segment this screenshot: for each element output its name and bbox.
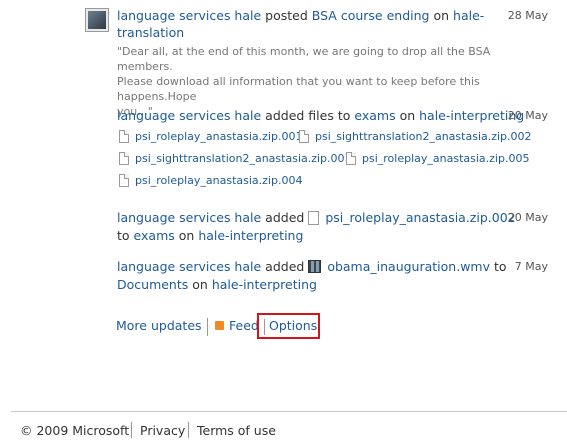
entry-3-line-1: language services hale added psi_rolepla… — [117, 210, 516, 225]
entry-2-line-1: language services hale added files to ex… — [117, 108, 525, 123]
rss-icon — [215, 321, 224, 330]
entry-4-file-link[interactable]: obama_inauguration.wmv — [327, 259, 490, 274]
entry-3-folder-link[interactable]: exams — [134, 228, 175, 243]
entry-1-place-link-cont[interactable]: translation — [117, 25, 184, 40]
footer-divider — [188, 422, 189, 438]
file-link[interactable]: psi_roleplay_anastasia.zip.001 — [119, 130, 302, 144]
file-icon — [119, 174, 129, 187]
user-avatar-icon[interactable] — [85, 8, 109, 32]
file-icon — [346, 152, 356, 165]
more-updates-link[interactable]: More updates — [116, 318, 202, 333]
file-link[interactable]: psi_roleplay_anastasia.zip.004 — [119, 174, 302, 188]
entry-4-folder-link[interactable]: Documents — [117, 277, 188, 292]
entry-1-date: 28 May — [507, 9, 548, 22]
entry-3-place-link[interactable]: hale-interpreting — [198, 228, 303, 243]
entry-1-line-2: translation — [117, 24, 184, 41]
terms-of-use-link[interactable]: Terms of use — [197, 423, 276, 438]
entry-3-date: 20 May — [507, 211, 548, 224]
divider — [207, 318, 208, 336]
file-icon — [119, 130, 129, 143]
privacy-link[interactable]: Privacy — [140, 423, 185, 438]
entry-1-place-link[interactable]: hale- — [453, 8, 484, 23]
entry-2-user-link[interactable]: language services hale — [117, 108, 261, 123]
options-highlight-box — [257, 313, 320, 339]
feed-link[interactable]: Feed — [215, 318, 259, 333]
file-link[interactable]: psi_sighttranslation2_anastasia.zip.001 — [119, 152, 352, 166]
entry-1-user-link[interactable]: language services hale — [117, 8, 261, 23]
footer-copyright: © 2009 Microsoft — [20, 423, 130, 438]
entry-3-line-2: to exams on hale-interpreting — [117, 228, 304, 243]
file-icon — [119, 152, 129, 165]
file-icon — [299, 130, 309, 143]
entry-2-date: 20 May — [507, 109, 548, 122]
entry-4-user-link[interactable]: language services hale — [117, 259, 261, 274]
entry-3-user-link[interactable]: language services hale — [117, 210, 261, 225]
entry-4-place-link[interactable]: hale-interpreting — [212, 277, 317, 292]
footer-divider — [11, 411, 567, 412]
entry-4-line-1: language services hale added obama_inaug… — [117, 259, 507, 274]
entry-2-folder-link[interactable]: exams — [354, 108, 395, 123]
file-icon — [308, 211, 320, 225]
video-file-icon — [308, 260, 322, 273]
entry-4-line-2: Documents on hale-interpreting — [117, 277, 317, 292]
file-link[interactable]: psi_roleplay_anastasia.zip.005 — [346, 152, 529, 166]
entry-4-date: 7 May — [514, 260, 548, 273]
entry-1-object-link[interactable]: BSA course ending — [312, 8, 430, 23]
entry-1-line-1: language services hale posted BSA course… — [117, 8, 485, 23]
footer-divider — [131, 422, 132, 438]
entry-3-file-link[interactable]: psi_roleplay_anastasia.zip.002 — [325, 210, 515, 225]
file-link[interactable]: psi_sighttranslation2_anastasia.zip.002 — [299, 130, 532, 144]
